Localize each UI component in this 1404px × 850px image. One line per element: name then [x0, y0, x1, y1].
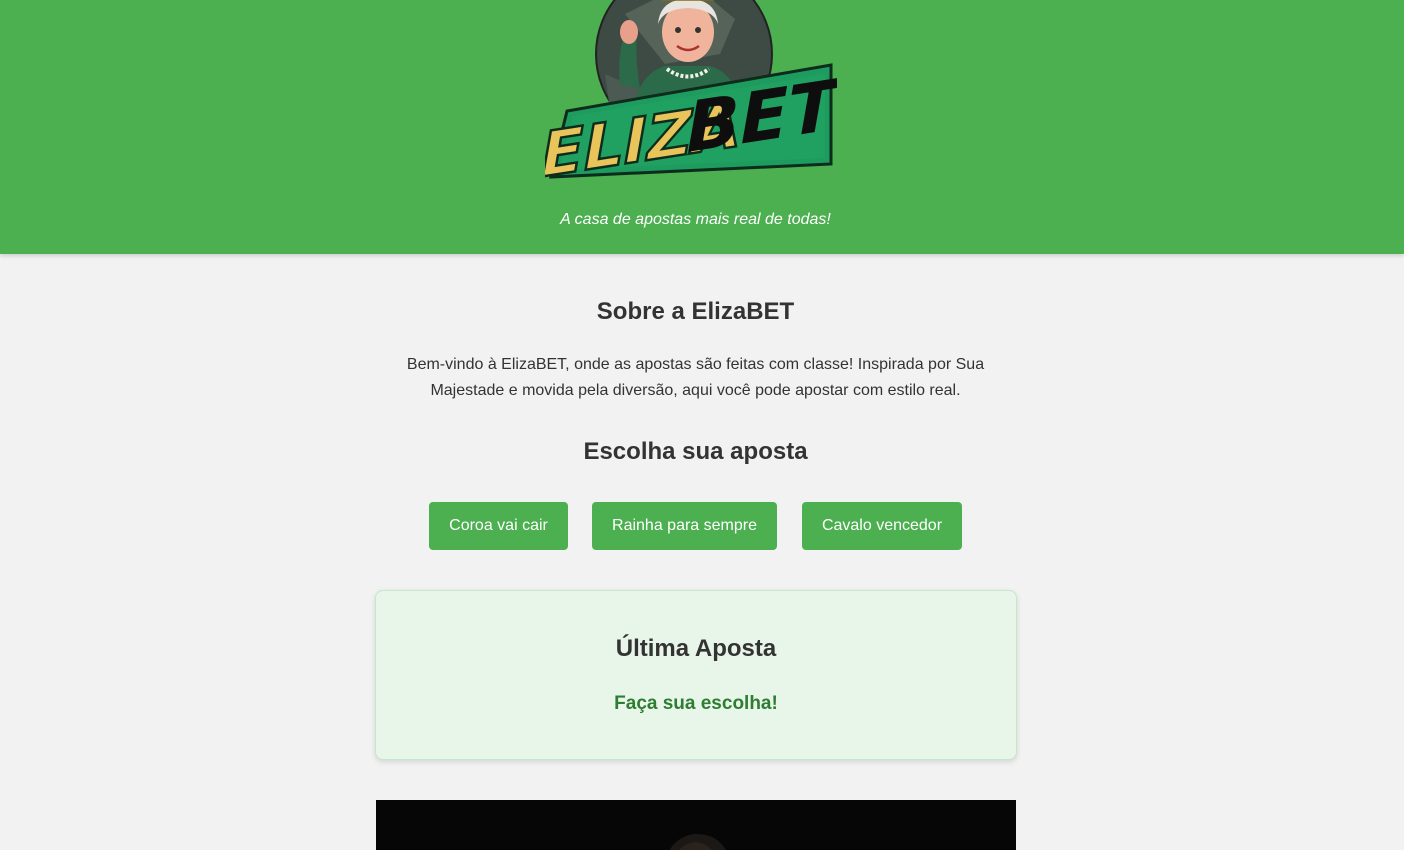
- queen-photo: [376, 800, 1016, 850]
- photo-image: [376, 800, 1016, 850]
- about-title: Sobre a ElizaBET: [596, 298, 795, 325]
- bet-button-rainha-para-sempre[interactable]: Rainha para sempre: [592, 502, 777, 550]
- last-bet-result: Faça sua escolha!: [614, 693, 778, 714]
- bet-button-coroa-vai-cair[interactable]: Coroa vai cair: [429, 502, 568, 550]
- bet-section-title: Escolha sua aposta: [583, 438, 808, 465]
- bet-button-cavalo-vencedor[interactable]: Cavalo vencedor: [802, 502, 962, 550]
- last-bet-card: Última Aposta Faça sua escolha!: [375, 590, 1017, 760]
- last-bet-title: Última Aposta: [615, 635, 777, 662]
- site-header: ELIZA BET A casa de apostas mais real de…: [0, 0, 1404, 254]
- logo-image: ELIZA BET: [545, 0, 837, 184]
- elizabet-logo[interactable]: ELIZA BET: [545, 0, 837, 184]
- tagline: A casa de apostas mais real de todas!: [560, 211, 831, 228]
- about-text: Bem-vindo à ElizaBET, onde as apostas sã…: [406, 356, 985, 399]
